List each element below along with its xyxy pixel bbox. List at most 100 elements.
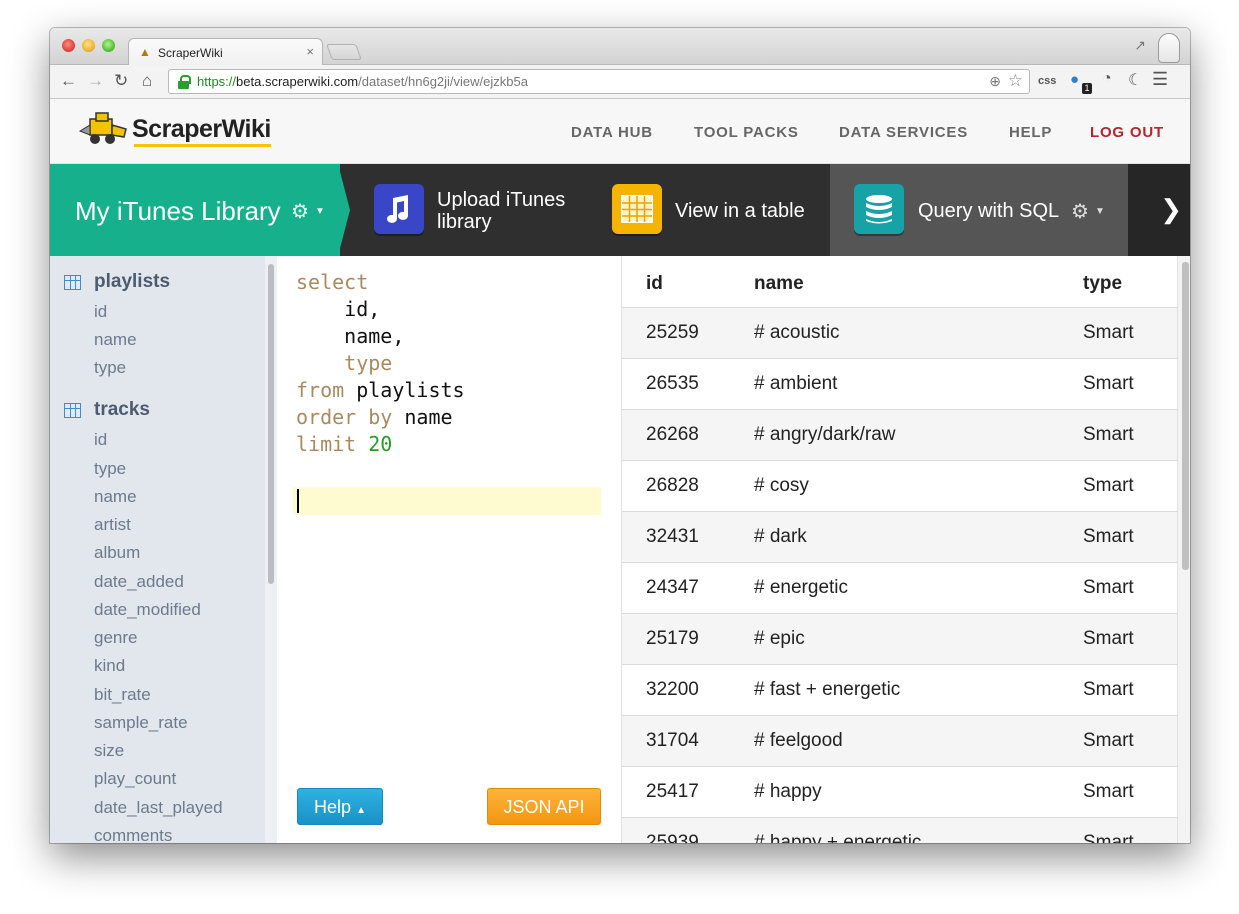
results-scrollbar-thumb[interactable] <box>1182 262 1189 570</box>
schema-column[interactable]: date_last_played <box>94 798 223 818</box>
chevron-down-icon[interactable]: ▼ <box>315 206 325 217</box>
tool-settings-gear-icon[interactable]: ⚙ <box>1071 199 1089 224</box>
nav-tool-packs[interactable]: TOOL PACKS <box>694 124 799 141</box>
table-row[interactable]: 25939 # happy + energetic Smart <box>622 818 1177 843</box>
profile-avatar-icon[interactable] <box>1158 33 1180 63</box>
results-scrollbar[interactable] <box>1177 256 1190 843</box>
cell-name: # epic <box>754 628 805 649</box>
scraperwiki-favicon-icon: ▲ <box>139 45 151 59</box>
back-arrow-icon[interactable]: ← <box>60 72 77 90</box>
column-header-type[interactable]: type <box>1083 273 1122 295</box>
help-button[interactable]: Help ▲ <box>297 788 383 825</box>
sql-editor[interactable]: select id, name, type from playlists order… <box>277 256 621 843</box>
schema-column[interactable]: play_count <box>94 769 176 789</box>
dataset-tile[interactable]: My iTunes Library ⚙ ▼ <box>50 164 340 256</box>
fullscreen-icon[interactable]: ↗ <box>1134 37 1146 54</box>
code-line[interactable]: limit 20 <box>296 432 392 456</box>
menu-icon[interactable]: ☰ <box>1152 69 1168 90</box>
tool-upload-itunes[interactable]: Upload iTunes library <box>352 164 592 256</box>
table-row[interactable]: 26268 # angry/dark/raw Smart <box>622 410 1177 461</box>
cell-type: Smart <box>1083 730 1134 751</box>
results-header-row: id name type <box>622 256 1177 308</box>
cell-type: Smart <box>1083 832 1134 843</box>
schema-table-name[interactable]: playlists <box>94 271 170 293</box>
table-row[interactable]: 24347 # energetic Smart <box>622 563 1177 614</box>
nav-data-hub[interactable]: DATA HUB <box>571 124 653 141</box>
new-tab-button[interactable] <box>326 44 362 60</box>
table-row[interactable]: 25417 # happy Smart <box>622 767 1177 818</box>
cell-type: Smart <box>1083 322 1134 343</box>
scraperwiki-logo-icon[interactable] <box>78 111 128 147</box>
table-row[interactable]: 26828 # cosy Smart <box>622 461 1177 512</box>
zoom-window-button[interactable] <box>102 39 115 52</box>
chevron-down-icon[interactable]: ▼ <box>1095 206 1105 217</box>
zoom-icon[interactable]: ⊕ <box>989 73 1001 90</box>
more-tools-button[interactable]: ❯ <box>1128 164 1190 256</box>
nav-log-out[interactable]: LOG OUT <box>1090 124 1164 141</box>
schema-column[interactable]: name <box>94 330 137 350</box>
table-row[interactable]: 32200 # fast + energetic Smart <box>622 665 1177 716</box>
schema-column[interactable]: name <box>94 487 137 507</box>
schema-column[interactable]: type <box>94 358 126 378</box>
dataset-settings-gear-icon[interactable]: ⚙ <box>291 199 309 224</box>
schema-column[interactable]: date_added <box>94 572 184 592</box>
browser-window: ▲ ScraperWiki × ↗ ← → ↻ ⌂ https://beta.s… <box>50 28 1190 843</box>
minimize-window-button[interactable] <box>82 39 95 52</box>
cell-id: 24347 <box>646 577 699 598</box>
schema-column[interactable]: kind <box>94 656 125 676</box>
code-line[interactable]: type <box>296 351 392 375</box>
close-tab-icon[interactable]: × <box>306 44 314 59</box>
column-header-id[interactable]: id <box>646 273 663 295</box>
schema-column[interactable]: genre <box>94 628 137 648</box>
code-line[interactable]: name, <box>296 324 404 348</box>
schema-column[interactable]: type <box>94 459 126 479</box>
sidebar-scrollbar[interactable] <box>265 256 277 843</box>
reload-icon[interactable]: ↻ <box>114 72 128 90</box>
schema-column[interactable]: bit_rate <box>94 685 151 705</box>
code-line[interactable]: from playlists <box>296 378 465 402</box>
tool-view-in-table[interactable]: View in a table <box>592 164 830 256</box>
nav-data-services[interactable]: DATA SERVICES <box>839 124 968 141</box>
site-logo-text[interactable]: ScraperWiki <box>132 115 271 144</box>
schema-column[interactable]: album <box>94 543 140 563</box>
table-row[interactable]: 32431 # dark Smart <box>622 512 1177 563</box>
url-text[interactable]: https://beta.scraperwiki.com/dataset/hn6… <box>197 74 528 89</box>
home-icon[interactable]: ⌂ <box>142 72 152 90</box>
schema-column[interactable]: comments <box>94 826 172 843</box>
clock-icon[interactable]: ◔ <box>1102 70 1112 88</box>
tab-strip: ▲ ScraperWiki × ↗ <box>50 28 1190 66</box>
forward-arrow-icon[interactable]: → <box>87 72 104 90</box>
code-line[interactable]: id, <box>296 297 380 321</box>
nav-help[interactable]: HELP <box>1009 124 1052 141</box>
results-table: id name type 25259 # acoustic Smart 26535 # … <box>621 256 1190 843</box>
json-api-button[interactable]: JSON API <box>487 788 601 825</box>
bookmark-star-icon[interactable]: ☆ <box>1008 71 1023 91</box>
table-row[interactable]: 25259 # acoustic Smart <box>622 308 1177 359</box>
schema-column[interactable]: size <box>94 741 124 761</box>
cell-type: Smart <box>1083 679 1134 700</box>
user-extension-icon[interactable]: ● <box>1070 71 1079 88</box>
table-row[interactable]: 26535 # ambient Smart <box>622 359 1177 410</box>
schema-column[interactable]: sample_rate <box>94 713 188 733</box>
sidebar-scrollbar-thumb[interactable] <box>268 264 274 584</box>
schema-column[interactable]: artist <box>94 515 131 535</box>
code-line[interactable]: select <box>296 270 368 294</box>
code-line[interactable]: order by name <box>296 405 453 429</box>
column-header-name[interactable]: name <box>754 273 804 295</box>
table-row[interactable]: 25179 # epic Smart <box>622 614 1177 665</box>
css-extension-icon[interactable]: css <box>1038 75 1056 87</box>
logo-underline <box>134 144 271 147</box>
schema-table-name[interactable]: tracks <box>94 399 150 421</box>
moon-icon[interactable]: ☾ <box>1128 70 1142 90</box>
schema-column[interactable]: id <box>94 430 107 450</box>
dataset-title[interactable]: My iTunes Library <box>75 196 281 227</box>
close-window-button[interactable] <box>62 39 75 52</box>
table-row[interactable]: 31704 # feelgood Smart <box>622 716 1177 767</box>
tool-query-with-sql[interactable]: Query with SQL ⚙ ▼ <box>830 164 1128 256</box>
schema-column[interactable]: id <box>94 302 107 322</box>
cell-id: 32200 <box>646 679 699 700</box>
cell-name: # energetic <box>754 577 849 598</box>
schema-column[interactable]: date_modified <box>94 600 201 620</box>
address-bar[interactable]: https://beta.scraperwiki.com/dataset/hn6… <box>168 69 1030 94</box>
browser-tab[interactable]: ▲ ScraperWiki × <box>128 38 323 66</box>
